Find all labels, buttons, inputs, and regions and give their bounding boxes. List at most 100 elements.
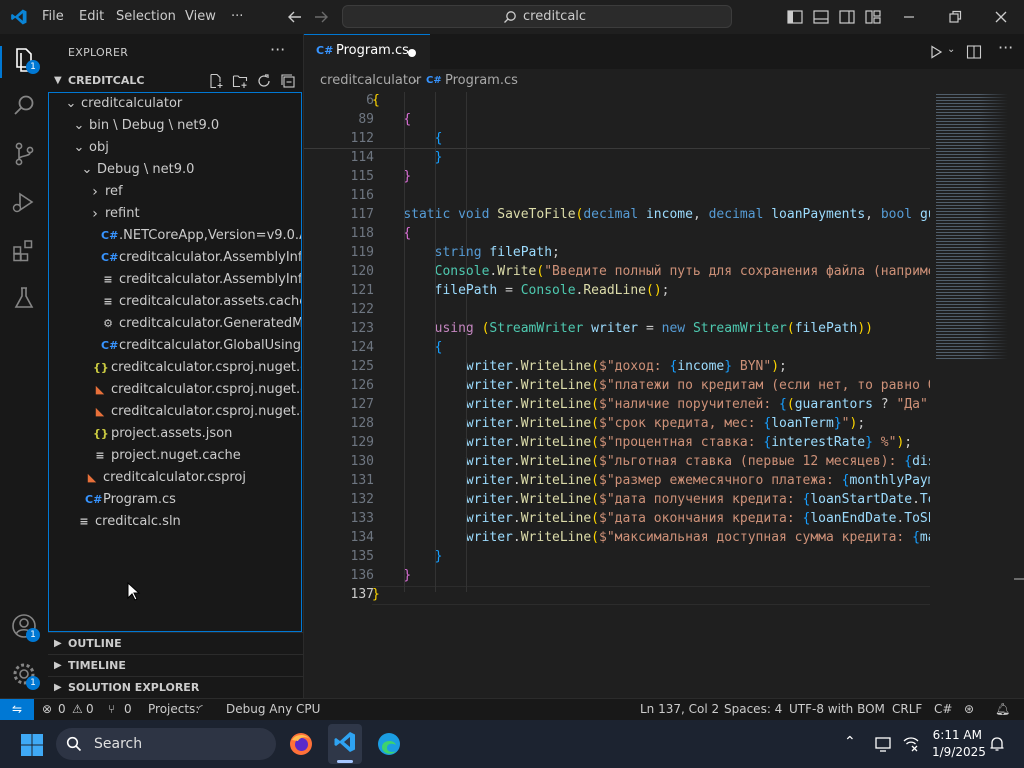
scrollbar-thumb[interactable] [1014,578,1024,580]
ports-icon[interactable]: ⑂ [108,699,115,720]
sidebar-more-actions-icon[interactable]: ··· [270,40,285,59]
tab-program-cs[interactable]: C# Program.cs [304,34,430,69]
tree-item[interactable]: › refint [49,203,301,225]
chevron-right-icon[interactable]: › [89,203,101,225]
windows-start-icon[interactable] [20,733,44,757]
taskbar-time[interactable]: 6:11 AM [932,728,982,742]
tree-item[interactable]: ◣ creditcalculator.csproj.nuget.g.tar... [49,401,301,423]
workspace-root-header[interactable]: ▼ CREDITCALC [48,70,304,92]
breadcrumb-folder[interactable]: creditcalculator [320,70,421,92]
forward-arrow-icon[interactable] [312,8,330,26]
tree-item[interactable]: ≡ creditcalculator.AssemblyInfoInp... [49,269,301,291]
tray-chevron-up-icon[interactable]: ⌃ [844,734,856,750]
chevron-down-icon[interactable]: ⌄ [73,115,85,137]
cursor-position[interactable]: Ln 137, Col 2 [640,699,719,720]
code-line[interactable]: } [372,549,443,564]
extensions-icon[interactable] [10,236,38,264]
code-line[interactable]: } [372,150,443,165]
code-line[interactable]: { [372,131,443,146]
code-line[interactable]: writer.WriteLine($"платежи по кредитам (… [372,378,930,393]
code-line[interactable]: writer.WriteLine($"срок кредита, мес: {l… [372,416,865,431]
debug-configuration[interactable]: Debug Any CPU [226,699,320,720]
tree-item[interactable]: ≡ creditcalculator.assets.cache [49,291,301,313]
copilot-icon[interactable]: ⊛ [964,699,974,720]
errors-icon[interactable]: ⊗ [42,699,52,720]
tree-item[interactable]: C#.NETCoreApp,Version=v9.0.Asse... [49,225,301,247]
chevron-right-icon[interactable]: › [89,181,101,203]
tree-item[interactable]: {} project.assets.json [49,423,301,445]
section-outline[interactable]: ▶ OUTLINE [48,632,304,654]
tray-display-icon[interactable] [874,735,892,753]
menu-edit[interactable]: Edit [79,0,104,34]
language-mode[interactable]: C# [934,699,952,720]
tree-item[interactable]: ≡ creditcalc.sln [49,511,301,533]
code-line[interactable]: writer.WriteLine($"процентная ставка: {i… [372,435,912,450]
warnings-count[interactable]: 0 [86,699,94,720]
chevron-down-icon[interactable]: ⌄ [81,159,93,181]
source-control-icon[interactable] [10,140,38,168]
tree-item[interactable]: ⌄ creditcalculator [49,93,301,115]
code-line[interactable]: writer.WriteLine($"льготная ставка (перв… [372,454,930,469]
breadcrumb-file[interactable]: Program.cs [445,70,518,92]
code-line[interactable]: { [372,226,411,241]
code-line[interactable]: writer.WriteLine($"дата получения кредит… [372,492,930,507]
remote-indicator-icon[interactable]: ⇋ [0,699,34,720]
code-line[interactable]: } [372,587,380,602]
tree-item[interactable]: C#creditcalculator.AssemblyInfo.cs [49,247,301,269]
menu-file[interactable]: File [42,0,64,34]
tree-item[interactable]: › ref [49,181,301,203]
end-of-line[interactable]: CRLF [892,699,922,720]
restore-icon[interactable] [946,8,964,26]
run-icon[interactable] [928,44,944,60]
edge-icon[interactable] [376,731,402,757]
tree-item[interactable]: ◣ creditcalculator.csproj [49,467,301,489]
notification-bell-icon[interactable] [988,735,1006,753]
toggle-panel-icon[interactable] [812,8,830,26]
unsaved-dot-icon[interactable] [408,49,416,57]
tree-item[interactable]: ≡ project.nuget.cache [49,445,301,467]
tree-item[interactable]: ⌄ obj [49,137,301,159]
section-timeline[interactable]: ▶ TIMELINE [48,654,304,676]
back-arrow-icon[interactable] [286,8,304,26]
customize-layout-icon[interactable] [864,8,882,26]
code-line[interactable]: { [372,112,411,127]
code-editor[interactable]: 6{89 {112 {114 } 115 } 116 117 static void … [304,92,930,698]
projects-status[interactable]: Projects: [148,699,199,720]
minimize-icon[interactable] [900,8,918,26]
new-file-icon[interactable] [208,73,224,89]
collapse-all-icon[interactable] [280,73,296,89]
warnings-icon[interactable]: ⚠ [72,699,83,720]
editor-more-actions-icon[interactable]: ··· [998,38,1013,57]
menu-view[interactable]: View [185,0,216,34]
code-line[interactable]: writer.WriteLine($"размер ежемесячного п… [372,473,930,488]
tree-item[interactable]: C# Program.cs [49,489,301,511]
firefox-icon[interactable] [288,731,314,757]
taskbar-date[interactable]: 1/9/2025 [932,745,986,759]
tree-item[interactable]: {}creditcalculator.csproj.nuget.dgsp... [49,357,301,379]
chevron-down-icon[interactable]: ⌄ [73,137,85,159]
code-line[interactable]: using (StreamWriter writer = new StreamW… [372,321,873,336]
toggle-secondary-sidebar-icon[interactable] [838,8,856,26]
notifications-bell-icon[interactable]: 🔔︎ [995,699,1010,720]
command-center-search[interactable]: creditcalc [342,5,732,28]
split-editor-icon[interactable] [966,44,982,60]
vscode-taskbar-button[interactable] [328,724,362,764]
search-view-icon[interactable] [10,92,38,120]
tree-item[interactable]: ⌄ Debug \ net9.0 [49,159,301,181]
section-solution-explorer[interactable]: ▶ SOLUTION EXPLORER [48,676,304,698]
ports-count[interactable]: 0 [124,699,132,720]
new-folder-icon[interactable] [232,73,248,89]
tree-item[interactable]: ◣ creditcalculator.csproj.nuget.g.pro... [49,379,301,401]
code-line[interactable]: static void SaveToFile(decimal income, d… [372,207,930,222]
toggle-primary-sidebar-icon[interactable] [786,8,804,26]
minimap[interactable] [930,92,1024,698]
taskbar-search[interactable]: Search [56,728,276,760]
code-line[interactable]: filePath = Console.ReadLine(); [372,283,670,298]
chevron-down-icon[interactable]: ⌄ [65,93,77,115]
encoding[interactable]: UTF-8 with BOM [789,699,885,720]
menu-more[interactable]: ··· [231,0,243,34]
tree-item[interactable]: ⚙ creditcalculator.GeneratedMSBui... [49,313,301,335]
code-line[interactable]: } [372,568,411,583]
refresh-icon[interactable] [256,73,272,89]
errors-count[interactable]: 0 [58,699,66,720]
